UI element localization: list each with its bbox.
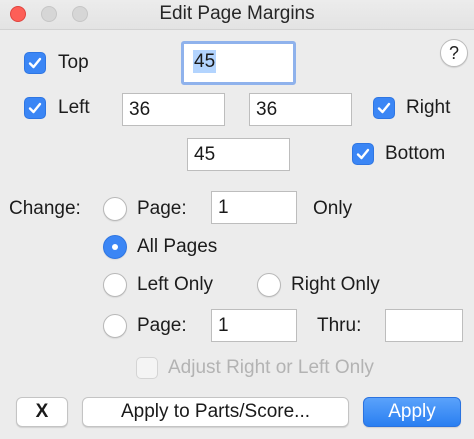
radio-page-only[interactable] <box>103 197 127 221</box>
only-label: Only <box>313 198 353 219</box>
top-margin-value: 45 <box>193 50 217 73</box>
all-pages-label: All Pages <box>137 236 218 257</box>
change-label: Change: <box>9 198 81 219</box>
radio-page-range[interactable] <box>103 314 127 338</box>
page-thru-field[interactable] <box>385 309 463 342</box>
page-range-label: Page: <box>137 315 187 336</box>
left-checkbox[interactable] <box>24 97 46 119</box>
bottom-label: Bottom <box>385 143 446 164</box>
left-label: Left <box>58 97 90 118</box>
top-checkbox[interactable] <box>24 52 46 74</box>
bottom-margin-field[interactable]: 45 <box>187 138 290 171</box>
radio-all-pages[interactable] <box>103 235 127 259</box>
window-title: Edit Page Margins <box>159 3 315 24</box>
apply-to-parts-score-button[interactable]: Apply to Parts/Score... <box>82 397 349 427</box>
apply-button[interactable]: Apply <box>363 397 461 427</box>
right-margin-field[interactable]: 36 <box>249 93 352 126</box>
top-label: Top <box>58 52 89 73</box>
radio-right-only[interactable] <box>257 273 281 297</box>
right-label: Right <box>406 97 451 118</box>
adjust-right-left-checkbox[interactable] <box>136 357 158 379</box>
page-only-field[interactable]: 1 <box>211 191 297 224</box>
checkmark-icon <box>28 102 42 114</box>
page-only-label: Page: <box>137 198 187 219</box>
radio-left-only[interactable] <box>103 273 127 297</box>
cancel-button[interactable]: X <box>16 397 68 427</box>
checkmark-icon <box>377 102 391 114</box>
checkmark-icon <box>28 57 42 69</box>
left-margin-field[interactable]: 36 <box>122 93 225 126</box>
top-margin-field[interactable]: 45 <box>181 41 296 85</box>
thru-label: Thru: <box>317 315 362 336</box>
page-from-field[interactable]: 1 <box>211 309 297 342</box>
bottom-checkbox[interactable] <box>352 143 374 165</box>
right-only-label: Right Only <box>291 274 380 295</box>
left-only-label: Left Only <box>137 274 214 295</box>
right-checkbox[interactable] <box>373 97 395 119</box>
adjust-right-left-label: Adjust Right or Left Only <box>168 357 374 378</box>
checkmark-icon <box>356 148 370 160</box>
help-button[interactable]: ? <box>440 39 468 67</box>
title-bar: Edit Page Margins <box>0 0 474 30</box>
